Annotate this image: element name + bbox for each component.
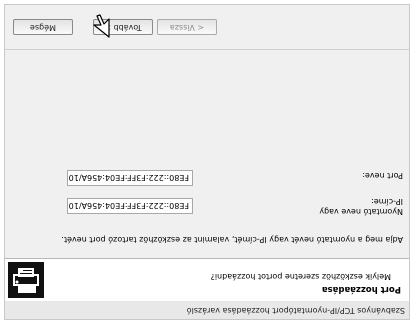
wizard-footer: < Vissza Tovább > Mégse: [5, 5, 409, 50]
page-title: Port hozzáadása: [321, 284, 401, 294]
wizard-window: Szabványos TCP/IP-nyomtatóport hozzáadás…: [4, 4, 410, 320]
back-button[interactable]: < Vissza: [157, 19, 217, 35]
screen: Szabványos TCP/IP-nyomtatóport hozzáadás…: [0, 0, 413, 324]
port-name-input[interactable]: FE80::222:F3FF:FE04:456A/10: [67, 170, 193, 186]
printer-network-icon: [8, 262, 44, 298]
page-subtitle: Melyik eszközhöz szeretne portot hozzáad…: [210, 272, 391, 281]
instruction-text: Adja meg a nyomtató nevét vagy IP-címét,…: [61, 235, 403, 244]
mouse-pointer-icon: [93, 14, 110, 38]
wizard-body: Adja meg a nyomtató nevét vagy IP-címét,…: [5, 57, 409, 258]
title-bar: Szabványos TCP/IP-nyomtatóport hozzáadás…: [5, 300, 409, 319]
printer-name-label-line2: IP-címe:: [371, 197, 403, 206]
printer-name-input[interactable]: FE80::222:F3FF:FE04:456A/10: [67, 198, 193, 214]
cancel-button[interactable]: Mégse: [13, 19, 73, 35]
wizard-header: Port hozzáadása Melyik eszközhöz szeretn…: [5, 258, 409, 301]
window-title: Szabványos TCP/IP-nyomtatóport hozzáadás…: [186, 306, 405, 315]
printer-name-label: Nyomtató neve vagy IP-címe:: [319, 196, 403, 216]
printer-name-label-line1: Nyomtató neve vagy: [319, 207, 403, 216]
port-name-label: Port neve:: [362, 171, 403, 180]
